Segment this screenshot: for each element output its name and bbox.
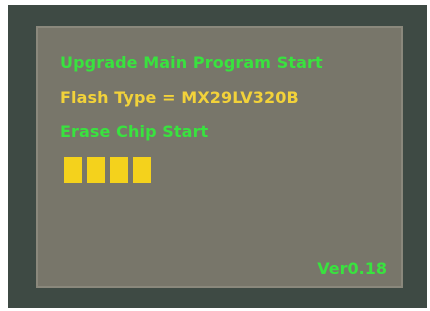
progress-block: [64, 157, 82, 183]
device-frame: Upgrade Main Program Start Flash Type = …: [8, 5, 427, 308]
display-screen: Upgrade Main Program Start Flash Type = …: [36, 26, 403, 288]
progress-block: [110, 157, 128, 183]
progress-block: [133, 157, 151, 183]
erase-status-text: Erase Chip Start: [60, 122, 209, 141]
upgrade-status-text: Upgrade Main Program Start: [60, 53, 323, 72]
progress-block: [87, 157, 105, 183]
version-label: Ver0.18: [317, 259, 387, 278]
progress-bar: [64, 157, 151, 183]
flash-type-text: Flash Type = MX29LV320B: [60, 88, 299, 107]
